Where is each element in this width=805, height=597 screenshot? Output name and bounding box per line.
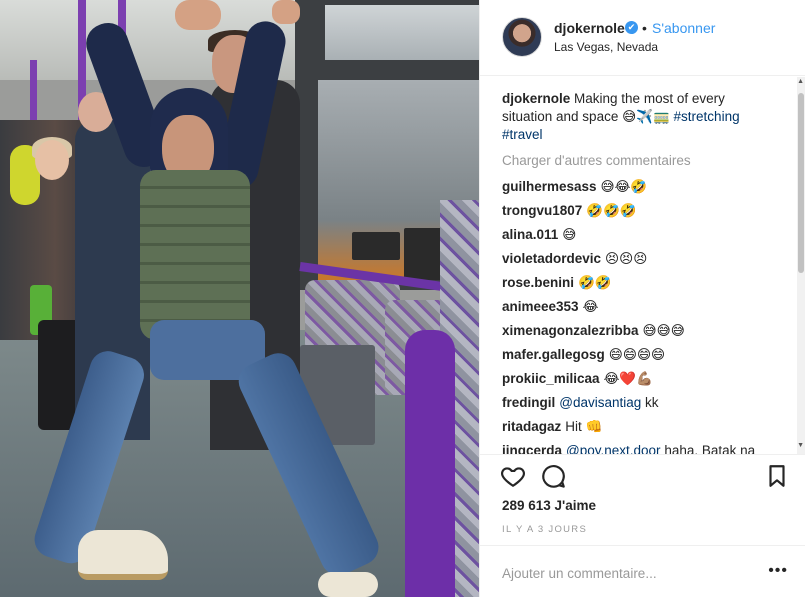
man-left-shoe: [78, 530, 168, 580]
add-comment-input[interactable]: Ajouter un commentaire...: [502, 566, 657, 581]
comment-item: alina.011 😅: [502, 226, 576, 244]
comment-text: 😅😂🤣: [600, 179, 648, 194]
post-photo[interactable]: [0, 0, 479, 597]
comment-username[interactable]: mafer.gallegosg: [502, 347, 605, 362]
man-green-vest: [140, 170, 250, 340]
comment-text: 🤣🤣🤣: [586, 203, 637, 218]
comment-mention[interactable]: @davisantiag: [559, 395, 641, 410]
post-location[interactable]: Las Vegas, Nevada: [554, 40, 658, 54]
comment-text: 😂: [582, 299, 599, 314]
follow-button[interactable]: S'abonner: [652, 20, 715, 36]
comment-username[interactable]: ximenagonzalezribba: [502, 323, 639, 338]
window-sticker: [352, 232, 400, 260]
comment-text: Hit 👊: [565, 419, 603, 434]
comment-mention[interactable]: @poy.next.door: [566, 443, 661, 454]
post-username[interactable]: djokernole: [554, 20, 625, 36]
passenger-face: [35, 140, 69, 180]
post-timestamp[interactable]: IL Y A 3 JOURS: [502, 524, 587, 535]
caption-username[interactable]: djokernole: [502, 91, 570, 106]
comment-bubble-icon[interactable]: [540, 463, 566, 489]
bus-window-top: [325, 5, 479, 60]
comment-item: trongvu1807 🤣🤣🤣: [502, 202, 637, 220]
comment-item: ximenagonzalezribba 😅😅😅: [502, 322, 685, 340]
comment-text: kk: [645, 395, 659, 410]
post-header: djokernole ✔ • S'abonner Las Vegas, Neva…: [480, 0, 805, 76]
post-caption: djokernole Making the most of every situ…: [502, 90, 772, 144]
separator-dot: •: [642, 20, 647, 36]
man-right-fist: [272, 0, 300, 24]
comment-item: guilhermesass 😅😂🤣: [502, 178, 647, 196]
comment-username[interactable]: alina.011: [502, 227, 558, 242]
comment-item: fredingil @davisantiag kk: [502, 394, 659, 412]
comment-username[interactable]: guilhermesass: [502, 179, 597, 194]
post-actions-bar: [480, 454, 805, 496]
hashtag-link[interactable]: #stretching: [674, 109, 740, 124]
scroll-down-arrow-icon[interactable]: ▼: [797, 442, 804, 449]
comment-text: 🤣🤣: [578, 275, 612, 290]
comment-text: 😅😅😅: [642, 323, 685, 338]
heart-icon[interactable]: [500, 463, 526, 489]
add-comment-bar: Ajouter un commentaire... •••: [480, 545, 805, 597]
comment-text: 😣😣😣: [605, 251, 648, 266]
comment-username[interactable]: ritadagaz: [502, 419, 561, 434]
comment-item: prokiic_milicaa 😂❤️💪🏽: [502, 370, 653, 388]
load-more-comments-button[interactable]: Charger d'autres commentaires: [502, 153, 691, 168]
comment-item: animeee353 😂: [502, 298, 598, 316]
man-left-fist: [175, 0, 221, 30]
ellipsis-icon[interactable]: •••: [768, 562, 788, 580]
verified-badge-icon: ✔: [625, 21, 638, 34]
comment-username[interactable]: violetadordevic: [502, 251, 601, 266]
man-right-shoe: [318, 572, 378, 597]
hashtag-link[interactable]: #travel: [502, 127, 543, 142]
comment-item: jingcerda @poy.next.door haha. Batak na: [502, 442, 755, 454]
comment-text: haha. Batak na: [664, 443, 756, 454]
comments-list[interactable]: djokernole Making the most of every situ…: [480, 77, 805, 454]
bookmark-icon[interactable]: [764, 463, 790, 489]
comment-item: ritadagaz Hit 👊: [502, 418, 602, 436]
scrollbar-thumb[interactable]: [798, 93, 804, 273]
comment-username[interactable]: animeee353: [502, 299, 579, 314]
comment-username[interactable]: rose.benini: [502, 275, 574, 290]
comment-item: violetadordevic 😣😣😣: [502, 250, 647, 268]
comment-text: 😅: [562, 227, 577, 242]
scroll-up-arrow-icon[interactable]: ▲: [797, 78, 804, 85]
comment-username[interactable]: trongvu1807: [502, 203, 582, 218]
likes-count[interactable]: 289 613 J'aime: [502, 498, 596, 513]
comment-item: mafer.gallegosg 😄😄😄😄: [502, 346, 665, 364]
comment-username[interactable]: jingcerda: [502, 443, 562, 454]
comment-item: rose.benini 🤣🤣: [502, 274, 612, 292]
comment-username[interactable]: prokiic_milicaa: [502, 371, 600, 386]
comment-text: 😄😄😄😄: [608, 347, 666, 362]
post-side-panel: djokernole ✔ • S'abonner Las Vegas, Neva…: [479, 0, 805, 597]
purple-pole: [405, 330, 455, 597]
comment-username[interactable]: fredingil: [502, 395, 555, 410]
comment-text: 😂❤️💪🏽: [603, 371, 653, 386]
avatar[interactable]: [502, 17, 542, 57]
